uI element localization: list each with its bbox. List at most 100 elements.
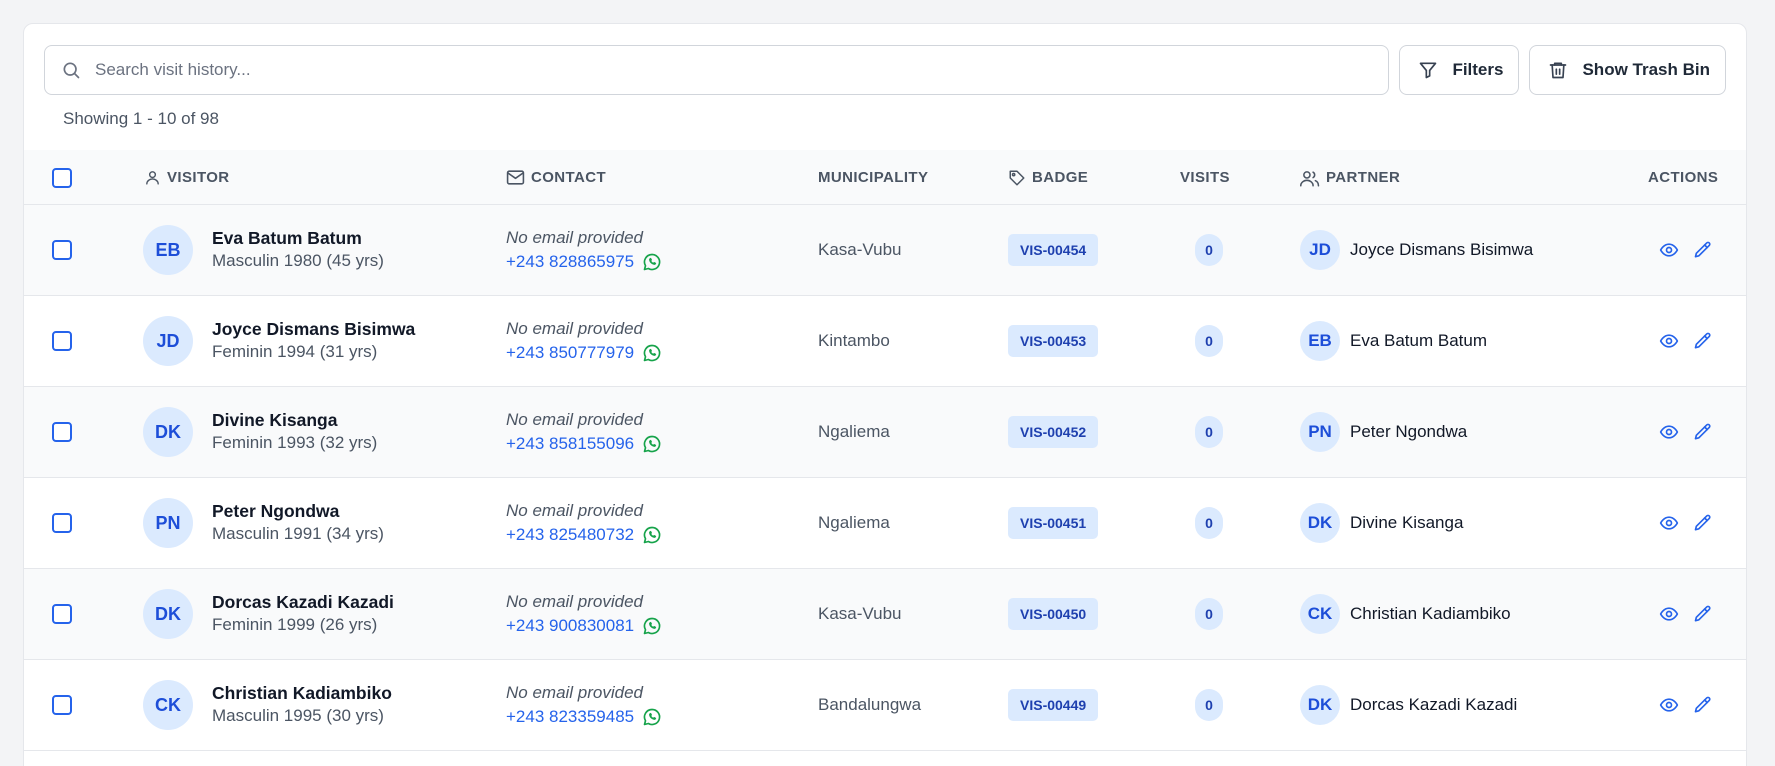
whatsapp-icon[interactable] (642, 343, 662, 363)
visits-count: 0 (1195, 598, 1223, 630)
municipality-text: Bandalungwa (818, 695, 922, 714)
table-row: DK Dorcas Kazadi Kazadi Feminin 1999 (26… (24, 569, 1746, 660)
visits-cell: 0 (1195, 387, 1223, 477)
pagination-summary: Showing 1 - 10 of 98 (63, 109, 219, 128)
municipality-cell: Bandalungwa (818, 660, 921, 750)
whatsapp-icon[interactable] (642, 434, 662, 454)
badge-cell: VIS-00454 (1008, 205, 1099, 295)
eye-icon[interactable] (1659, 695, 1679, 715)
visitor-name[interactable]: Christian Kadiambiko (212, 682, 392, 704)
email-text: No email provided (506, 592, 644, 611)
pencil-icon[interactable] (1693, 695, 1713, 715)
visitor-details: Feminin 1994 (31 yrs) (212, 342, 378, 361)
visitor-name[interactable]: Dorcas Kazadi Kazadi (212, 591, 394, 613)
table-header: VISITOR CONTACT MUNICIPALITY BADGE VISIT… (24, 150, 1746, 205)
phone-link[interactable]: +243 858155096 (506, 432, 634, 456)
phone-link[interactable]: +243 850777979 (506, 341, 634, 365)
phone-link[interactable]: +243 828865975 (506, 250, 634, 274)
whatsapp-icon[interactable] (642, 616, 662, 636)
whatsapp-icon[interactable] (642, 252, 662, 272)
partner-avatar: DK (1300, 685, 1340, 725)
show-trash-bin-button[interactable]: Show Trash Bin (1529, 45, 1726, 95)
visits-cell: 0 (1195, 478, 1223, 568)
visitor-name[interactable]: Divine Kisanga (212, 409, 377, 431)
pencil-icon[interactable] (1693, 240, 1713, 260)
badge-cell: VIS-00452 (1008, 387, 1099, 477)
whatsapp-icon[interactable] (642, 525, 662, 545)
select-all-cell (52, 150, 72, 205)
eye-icon[interactable] (1659, 331, 1679, 351)
row-checkbox[interactable] (52, 513, 72, 533)
pencil-icon[interactable] (1693, 513, 1713, 533)
row-checkbox[interactable] (52, 240, 72, 260)
visits-count: 0 (1195, 416, 1223, 448)
row-checkbox[interactable] (52, 331, 72, 351)
filters-button[interactable]: Filters (1399, 45, 1520, 95)
select-all-checkbox[interactable] (52, 167, 72, 188)
badge-label: VIS-00452 (1008, 416, 1099, 448)
pencil-icon[interactable] (1693, 331, 1713, 351)
users-icon (1300, 169, 1320, 187)
visitor-name[interactable]: Eva Batum Batum (212, 227, 384, 249)
visitor-name[interactable]: Joyce Dismans Bisimwa (212, 318, 415, 340)
actions-cell (1659, 569, 1713, 659)
visitor-cell: PN Peter Ngondwa Masculin 1991 (34 yrs) (143, 478, 384, 568)
table-row: PN Peter Ngondwa Masculin 1991 (34 yrs) … (24, 478, 1746, 569)
eye-icon[interactable] (1659, 604, 1679, 624)
search-input[interactable] (95, 60, 1389, 80)
partner-avatar: DK (1300, 503, 1340, 543)
partner-name[interactable]: Christian Kadiambiko (1350, 604, 1511, 624)
actions-cell (1659, 296, 1713, 386)
actions-cell (1659, 205, 1713, 295)
phone-link[interactable]: +243 900830081 (506, 614, 634, 638)
partner-cell: DK Dorcas Kazadi Kazadi (1300, 660, 1517, 750)
pencil-icon[interactable] (1693, 604, 1713, 624)
visitor-cell: DK Divine Kisanga Feminin 1993 (32 yrs) (143, 387, 377, 477)
user-icon (144, 169, 161, 186)
actions-cell (1659, 387, 1713, 477)
municipality-cell: Kasa-Vubu (818, 569, 901, 659)
contact-cell: No email provided +243 850777979 (506, 296, 662, 386)
phone-link[interactable]: +243 825480732 (506, 523, 634, 547)
phone-link[interactable]: +243 823359485 (506, 705, 634, 729)
partner-name[interactable]: Peter Ngondwa (1350, 422, 1467, 442)
toolbar: Filters Show Trash Bin (44, 45, 1726, 95)
partner-cell: DK Divine Kisanga (1300, 478, 1463, 568)
whatsapp-icon[interactable] (642, 707, 662, 727)
table-row: DK Divine Kisanga Feminin 1993 (32 yrs) … (24, 387, 1746, 478)
email-text: No email provided (506, 501, 644, 520)
search-icon (61, 60, 81, 80)
visitor-name[interactable]: Peter Ngondwa (212, 500, 384, 522)
row-checkbox[interactable] (52, 604, 72, 624)
municipality-cell: Kintambo (818, 296, 890, 386)
filter-icon (1418, 60, 1438, 80)
eye-icon[interactable] (1659, 422, 1679, 442)
partner-name[interactable]: Joyce Dismans Bisimwa (1350, 240, 1533, 260)
partner-name[interactable]: Divine Kisanga (1350, 513, 1463, 533)
contact-cell: No email provided +243 900830081 (506, 569, 662, 659)
filters-label: Filters (1452, 60, 1504, 79)
email-text: No email provided (506, 319, 644, 338)
row-select-cell (52, 296, 72, 386)
trash-icon (1548, 60, 1568, 80)
pencil-icon[interactable] (1693, 422, 1713, 442)
visits-count: 0 (1195, 507, 1223, 539)
visits-count: 0 (1195, 234, 1223, 266)
contact-cell: No email provided +243 823359485 (506, 660, 662, 750)
avatar: DK (143, 407, 193, 457)
visits-cell: 0 (1195, 660, 1223, 750)
contact-cell: No email provided +243 825480732 (506, 478, 662, 568)
partner-name[interactable]: Eva Batum Batum (1350, 331, 1487, 351)
eye-icon[interactable] (1659, 240, 1679, 260)
visitor-details: Masculin 1995 (30 yrs) (212, 706, 384, 725)
search-box[interactable] (44, 45, 1390, 95)
mail-icon (506, 169, 525, 186)
row-select-cell (52, 478, 72, 568)
row-checkbox[interactable] (52, 695, 72, 715)
partner-name[interactable]: Dorcas Kazadi Kazadi (1350, 695, 1517, 715)
tag-icon (1008, 169, 1026, 187)
eye-icon[interactable] (1659, 513, 1679, 533)
row-checkbox[interactable] (52, 422, 72, 442)
avatar: CK (143, 680, 193, 730)
badge-label: VIS-00449 (1008, 689, 1099, 721)
